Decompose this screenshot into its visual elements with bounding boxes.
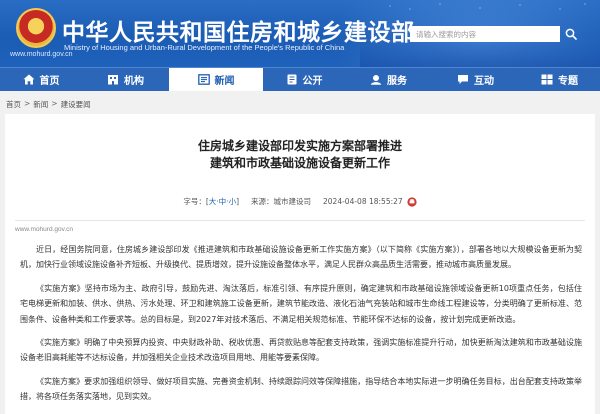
font-size-medium[interactable]: 中 (219, 196, 227, 207)
breadcrumb-current[interactable]: 建设要闻 (61, 99, 91, 110)
search-button[interactable] (562, 25, 580, 43)
nav-label: 服务 (387, 76, 407, 87)
nav-label: 首页 (39, 76, 60, 87)
nav-label: 公开 (302, 76, 323, 87)
news-icon (197, 74, 210, 85)
main-nav: 首页 机构 新闻 公开 服务 互动 专题 (0, 67, 600, 91)
breadcrumb: 首页 > 新闻 > 建设要闻 (6, 99, 91, 110)
breadcrumb-news[interactable]: 新闻 (33, 99, 48, 110)
source-url: www.mohurd.gov.cn (15, 226, 74, 233)
chat-icon (458, 75, 468, 84)
font-size-large[interactable]: 大 (209, 196, 217, 207)
breadcrumb-home[interactable]: 首页 (6, 99, 21, 110)
building-icon (108, 75, 118, 85)
nav-label: 机构 (124, 76, 144, 87)
home-icon (23, 74, 34, 85)
font-size-bracket: ] (236, 197, 239, 206)
nav-label: 新闻 (214, 76, 235, 87)
site-title[interactable]: 中华人民共和国住房和城乡建设部 (62, 13, 415, 47)
site-header: ★ www.mohurd.gov.cn 中华人民共和国住房和城乡建设部 Mini… (0, 0, 600, 67)
nav-label: 专题 (558, 76, 578, 87)
national-emblem-icon[interactable]: ★ (16, 8, 56, 48)
article-body: 近日，经国务院同意，住房城乡建设部印发《推进建筑和市政基础设施设备更新工作实施方… (20, 242, 582, 413)
nav-item-interaction[interactable]: 互动 (432, 68, 519, 91)
article-title-line2: 建筑和市政基础设施设备更新工作 (209, 156, 390, 170)
disclosure-icon (287, 74, 296, 85)
breadcrumb-separator: > (51, 99, 58, 108)
article-paragraph: 近日，经国务院同意，住房城乡建设部印发《推进建筑和市政基础设施设备更新工作实施方… (20, 245, 582, 270)
article-paragraph: 《实施方案》明确了中央预算内投资、中央财政补助、税收优惠、再贷款贴息等配套支持政… (20, 338, 582, 363)
nav-item-home[interactable]: 首页 (0, 68, 82, 91)
nav-item-news[interactable]: 新闻 (169, 68, 263, 91)
search-input[interactable] (410, 26, 560, 42)
font-size-small[interactable]: 小 (229, 196, 237, 207)
article-paragraph: 《实施方案》要求加强组织领导、做好项目实施、完善资金机制、持续跟踪问效等保障措施… (20, 376, 582, 402)
article-meta: 字号： [ 大 · 中 · 小 ] 来源： 城市建设司 2024-04-08 1… (5, 196, 595, 207)
service-icon (370, 75, 382, 85)
nav-item-service[interactable]: 服务 (345, 68, 432, 91)
article-title-line1: 住房城乡建设部印发实施方案部署推进 (197, 139, 402, 153)
article-title: 住房城乡建设部印发实施方案部署推进 建筑和市政基础设施设备更新工作 (5, 138, 595, 172)
nav-item-organization[interactable]: 机构 (82, 68, 169, 91)
site-title-english: Ministry of Housing and Urban-Rural Deve… (64, 43, 345, 52)
source-label: 来源： (251, 197, 274, 206)
meta-divider (15, 220, 585, 221)
nav-item-disclosure[interactable]: 公开 (263, 68, 345, 91)
article-source: 城市建设司 (273, 197, 312, 206)
article-card: 住房城乡建设部印发实施方案部署推进 建筑和市政基础设施设备更新工作 字号： [ … (5, 114, 595, 414)
font-size-label: 字号： (183, 197, 206, 206)
breadcrumb-separator: > (24, 99, 31, 108)
emblem-site-url: www.mohurd.gov.cn (10, 51, 73, 58)
article-paragraph: 《实施方案》坚持市场为主、政府引导，鼓励先进、淘汰落后，标准引领、有序提升原则，… (20, 283, 582, 324)
search-icon (565, 28, 577, 40)
article-date: 2024-04-08 18:55:27 (323, 197, 403, 206)
nav-label: 互动 (474, 76, 494, 87)
print-icon[interactable] (407, 196, 417, 207)
nav-item-topics[interactable]: 专题 (519, 68, 600, 91)
topic-icon (541, 74, 553, 85)
